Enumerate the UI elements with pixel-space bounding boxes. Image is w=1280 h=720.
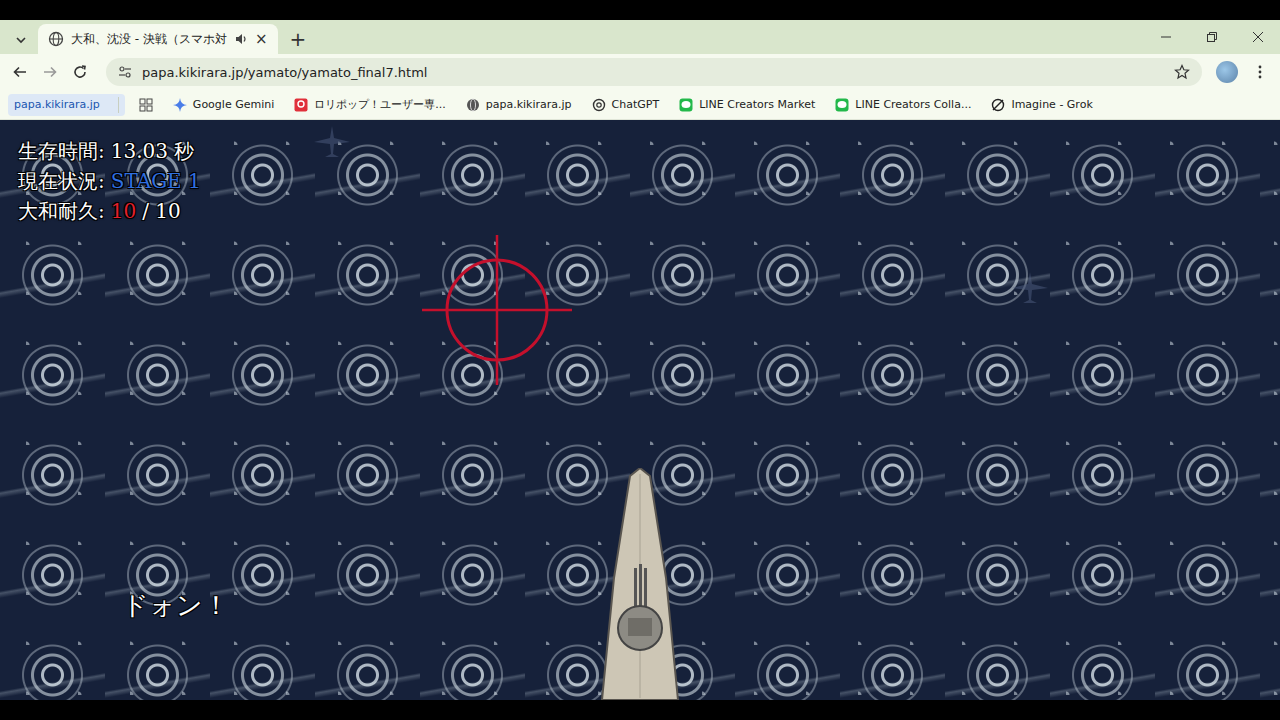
- bookmark-label: LINE Creators Market: [699, 98, 815, 111]
- bookmark-label: papa.kikirara.jp: [486, 98, 572, 111]
- lolipop-icon: [294, 98, 308, 112]
- browser-tab[interactable]: 大和、沈没 - 決戦（スマホ対 ×: [38, 24, 278, 54]
- battleship-icon: [590, 468, 690, 700]
- chatgpt-icon: [592, 98, 606, 112]
- gemini-icon: [173, 98, 187, 112]
- grok-icon: [991, 98, 1005, 112]
- bookmark[interactable]: LINE Creators Colla...: [829, 98, 977, 112]
- star-icon[interactable]: [1174, 64, 1190, 80]
- line-icon: [679, 98, 693, 112]
- reload-icon[interactable]: [72, 64, 88, 80]
- bookmark-label: papa.kikirara.jp: [14, 98, 100, 111]
- restore-icon[interactable]: [1206, 31, 1218, 43]
- bookmark[interactable]: papa.kikirara.jp: [8, 94, 125, 116]
- hud-line: 現在状況:STAGE 1: [18, 168, 201, 194]
- address-bar[interactable]: papa.kikirara.jp/yamato/yamato_final7.ht…: [106, 58, 1202, 86]
- apps-grid-icon: [139, 98, 153, 112]
- bookmarks-bar: papa.kikirara.jp Google Gemini ロリポップ！ユーザー専…: [0, 90, 1280, 120]
- bookmark-label: LINE Creators Colla...: [855, 98, 971, 111]
- globe-icon: [48, 31, 64, 47]
- effect-text: ドォン！: [122, 588, 229, 623]
- bookmark[interactable]: [133, 98, 159, 112]
- hud-line: 生存時間:13.03 秒: [18, 138, 201, 164]
- chevron-down-icon: [15, 34, 27, 46]
- bookmark[interactable]: LINE Creators Market: [673, 98, 821, 112]
- menu-icon[interactable]: [1252, 64, 1268, 80]
- enemy-plane-icon: [1010, 270, 1050, 306]
- profile-avatar-icon[interactable]: [1216, 61, 1238, 83]
- line-icon: [835, 98, 849, 112]
- close-window-icon[interactable]: [1252, 31, 1264, 43]
- bookmark[interactable]: ChatGPT: [586, 98, 666, 112]
- url-text: papa.kikirara.jp/yamato/yamato_final7.ht…: [142, 65, 1164, 80]
- game-canvas[interactable]: 生存時間:13.03 秒現在状況:STAGE 1 大和耐久:10/ 10 ドォン！: [0, 120, 1280, 700]
- minimize-icon[interactable]: [1160, 31, 1172, 43]
- enemy-plane-icon: [312, 124, 352, 160]
- tab-search-button[interactable]: [8, 26, 34, 54]
- bookmark[interactable]: Google Gemini: [167, 98, 280, 112]
- tab-title: 大和、沈没 - 決戦（スマホ対: [71, 31, 227, 48]
- forward-icon[interactable]: [42, 64, 58, 80]
- tab-strip: 大和、沈没 - 決戦（スマホ対 × +: [0, 20, 1280, 54]
- bookmark-label: ロリポップ！ユーザー専...: [314, 97, 446, 112]
- tab-close-button[interactable]: ×: [255, 32, 268, 47]
- toolbar: papa.kikirara.jp/yamato/yamato_final7.ht…: [0, 54, 1280, 90]
- crosshair-icon[interactable]: [417, 230, 577, 390]
- bookmark-label: ChatGPT: [612, 98, 660, 111]
- bookmark[interactable]: Imagine - Grok: [985, 98, 1098, 112]
- speaker-icon[interactable]: [234, 32, 248, 46]
- window-controls: [1160, 20, 1280, 54]
- bookmark-label: Google Gemini: [193, 98, 274, 111]
- screen: 大和、沈没 - 決戦（スマホ対 × + papa.kikirara.jp/yamato…: [0, 0, 1280, 720]
- bottom-frame: [0, 700, 1280, 720]
- globe-icon: [466, 98, 480, 112]
- bookmark[interactable]: papa.kikirara.jp: [460, 98, 578, 112]
- top-frame: [0, 0, 1280, 20]
- hud-line: 大和耐久:10/ 10: [18, 198, 201, 224]
- new-tab-button[interactable]: +: [278, 29, 319, 54]
- bookmark-label: Imagine - Grok: [1011, 98, 1092, 111]
- bookmark[interactable]: ロリポップ！ユーザー専...: [288, 97, 452, 112]
- site-info-icon[interactable]: [118, 65, 132, 79]
- back-icon[interactable]: [12, 64, 28, 80]
- hud: 生存時間:13.03 秒現在状況:STAGE 1 大和耐久:10/ 10: [18, 138, 201, 224]
